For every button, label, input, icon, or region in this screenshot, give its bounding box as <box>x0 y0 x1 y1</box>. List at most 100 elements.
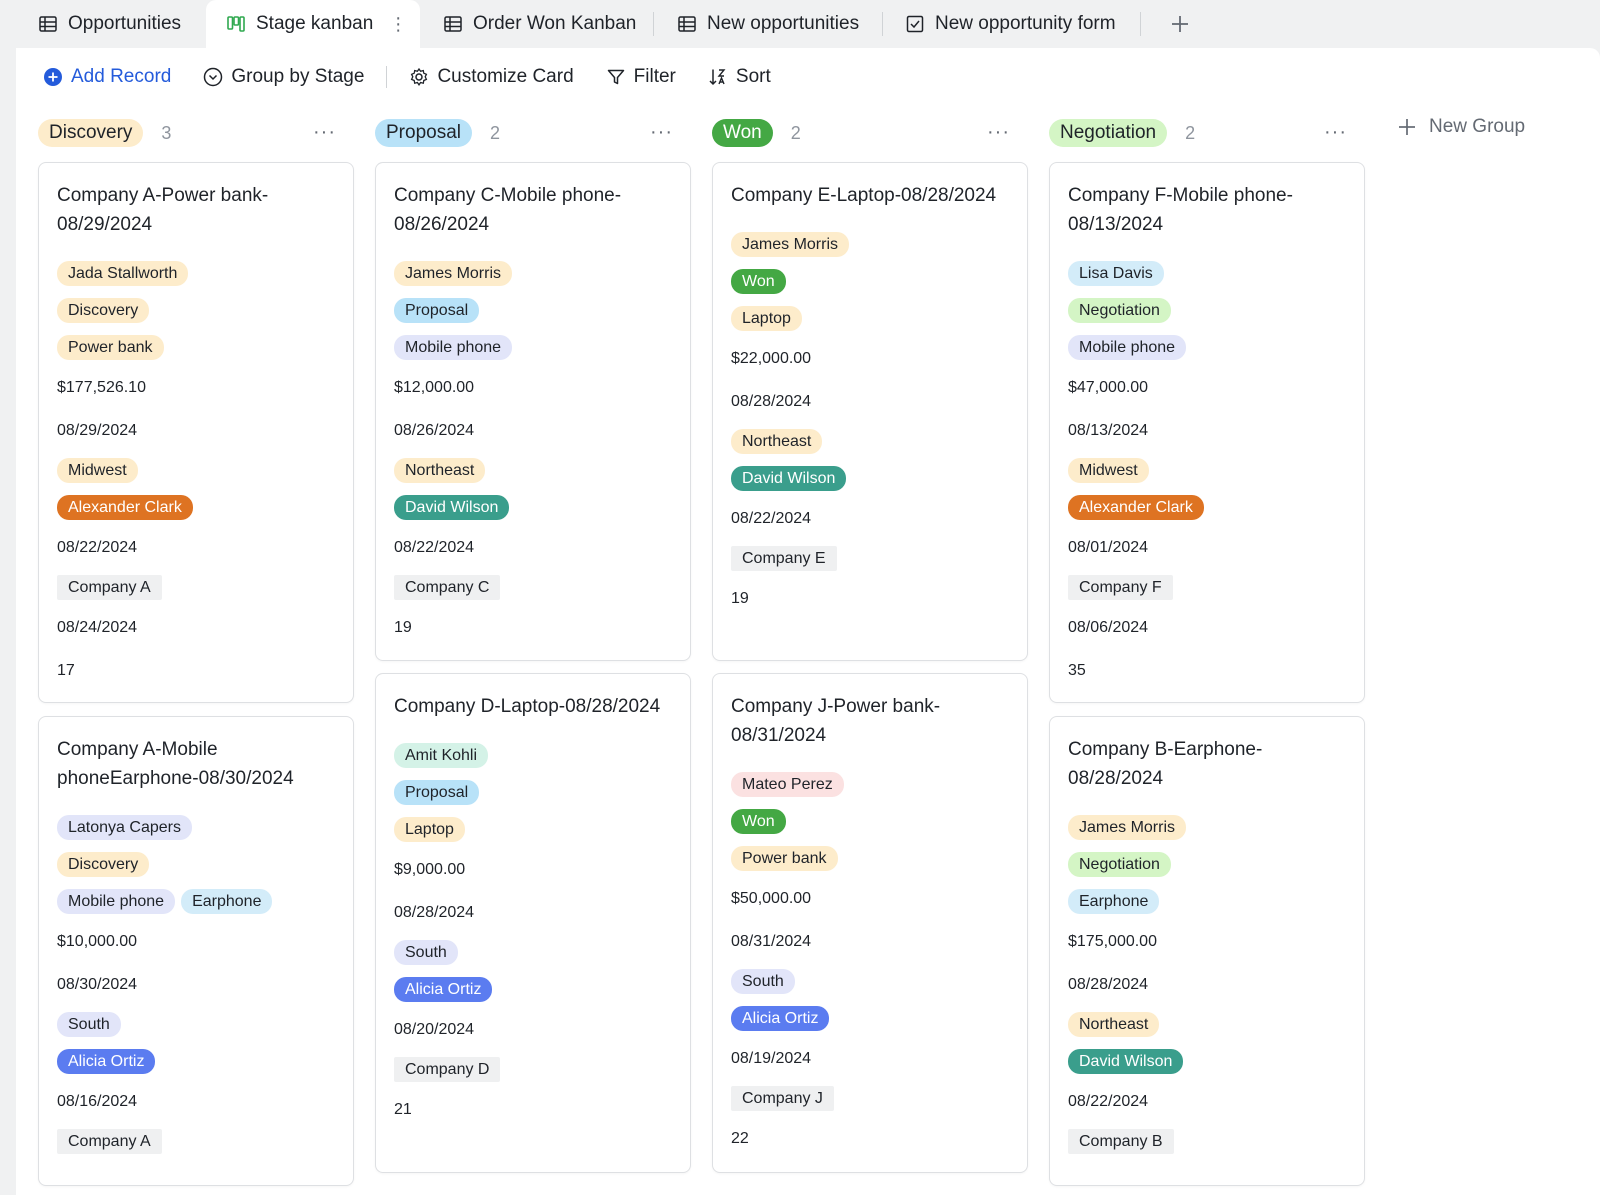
date-field: 08/06/2024 <box>1068 618 1149 636</box>
plus-icon <box>1399 119 1415 135</box>
tab-more-icon[interactable]: ⋮ <box>389 15 407 33</box>
view-toolbar: Add Record Group by Stage Customize Card… <box>16 48 1600 106</box>
new-group-button[interactable]: New Group <box>1397 116 1525 138</box>
customize-card-button[interactable]: Customize Card <box>409 60 574 94</box>
date-field: 08/28/2024 <box>1068 975 1149 993</box>
filter-button[interactable]: Filter <box>606 60 676 94</box>
date-field: 08/31/2024 <box>731 932 812 950</box>
tab-stage-kanban[interactable]: Stage kanban ⋮ <box>206 0 420 48</box>
product-tag: Mobile phone <box>1068 335 1187 360</box>
record-card[interactable]: Company J-Power bank-08/31/2024 Mateo Pe… <box>712 673 1028 1173</box>
group-by-label: Group by Stage <box>231 66 365 87</box>
number-field: 19 <box>731 589 749 607</box>
add-circle-icon <box>44 68 62 86</box>
manager-tag: David Wilson <box>1068 1049 1184 1074</box>
toolbar-divider <box>386 66 388 88</box>
add-record-button[interactable]: Add Record <box>43 60 171 94</box>
more-icon[interactable]: ··· <box>313 122 336 142</box>
column-header: Negotiation 2 ··· <box>1049 116 1365 150</box>
date-field: 08/22/2024 <box>1068 1092 1149 1110</box>
stage-tag: Proposal <box>394 298 480 323</box>
record-card[interactable]: Company A-Power bank-08/29/2024 Jada Sta… <box>38 162 354 703</box>
group-name-tag[interactable]: Won <box>712 119 773 147</box>
stage-tag: Won <box>731 809 786 834</box>
tab-new-opportunities[interactable]: New opportunities <box>677 0 859 48</box>
manager-tag: Alexander Clark <box>1068 495 1204 520</box>
owner-tag: Lisa Davis <box>1068 261 1164 286</box>
add-view-button[interactable] <box>1164 8 1196 40</box>
record-card[interactable]: Company B-Earphone-08/28/2024 James Morr… <box>1049 716 1365 1186</box>
number-field: 19 <box>394 618 412 636</box>
stage-tag: Negotiation <box>1068 852 1171 877</box>
filter-icon <box>607 69 624 85</box>
record-card[interactable]: Company C-Mobile phone-08/26/2024 James … <box>375 162 691 661</box>
group-name-tag[interactable]: Discovery <box>38 119 144 147</box>
date-field: 08/22/2024 <box>394 538 475 556</box>
record-card[interactable]: Company F-Mobile phone-08/13/2024 Lisa D… <box>1049 162 1365 703</box>
sort-icon <box>709 69 726 86</box>
record-card[interactable]: Company E-Laptop-08/28/2024 James Morris… <box>712 162 1028 661</box>
group-count: 2 <box>790 122 801 143</box>
manager-tag: Alicia Ortiz <box>394 977 493 1002</box>
record-card[interactable]: Company D-Laptop-08/28/2024 Amit Kohli P… <box>375 673 691 1173</box>
company-link-tag: Company C <box>394 575 501 600</box>
view-tab-bar: Opportunities Stage kanban ⋮ Order Won K… <box>0 0 1600 48</box>
card-title: Company F-Mobile phone-08/13/2024 <box>1068 185 1293 235</box>
tab-label: New opportunities <box>707 13 860 34</box>
tab-order-won-kanban[interactable]: Order Won Kanban <box>443 0 636 48</box>
filter-label: Filter <box>633 66 676 87</box>
number-field: 21 <box>394 1100 412 1118</box>
tab-divider <box>653 12 654 36</box>
more-icon[interactable]: ··· <box>1324 122 1347 142</box>
more-icon[interactable]: ··· <box>650 122 673 142</box>
record-card[interactable]: Company A-Mobile phoneEarphone-08/30/202… <box>38 716 354 1186</box>
manager-tag: Alicia Ortiz <box>731 1006 830 1031</box>
company-link-tag: Company E <box>731 546 837 571</box>
sort-button[interactable]: Sort <box>708 60 771 94</box>
stage-tag: Proposal <box>394 780 480 805</box>
group-name-tag[interactable]: Negotiation <box>1049 119 1168 147</box>
stage-tag: Negotiation <box>1068 298 1171 323</box>
card-title: Company C-Mobile phone-08/26/2024 <box>394 185 622 235</box>
tab-new-opportunity-form[interactable]: New opportunity form <box>905 0 1116 48</box>
product-tag: Earphone <box>181 889 273 914</box>
card-title: Company E-Laptop-08/28/2024 <box>731 185 997 206</box>
add-record-label: Add Record <box>71 66 172 87</box>
product-tag: Laptop <box>731 306 802 331</box>
more-icon[interactable]: ··· <box>987 122 1010 142</box>
region-tag: Northeast <box>731 429 823 454</box>
column-header: Proposal 2 ··· <box>375 116 691 150</box>
date-field: 08/29/2024 <box>57 421 138 439</box>
column-header: Discovery 3 ··· <box>38 116 354 150</box>
date-field: 08/22/2024 <box>731 509 812 527</box>
tab-divider <box>1140 12 1141 36</box>
amount-field: $50,000.00 <box>731 889 812 907</box>
region-tag: Midwest <box>57 458 138 483</box>
manager-tag: Alexander Clark <box>57 495 193 520</box>
region-tag: South <box>57 1012 121 1037</box>
owner-tag: James Morris <box>394 261 513 286</box>
date-field: 08/16/2024 <box>57 1092 138 1110</box>
group-name-tag[interactable]: Proposal <box>375 119 472 147</box>
date-field: 08/28/2024 <box>394 903 475 921</box>
kanban-panel: Add Record Group by Stage Customize Card… <box>16 48 1600 1195</box>
group-by-button[interactable]: Group by Stage <box>203 60 364 94</box>
card-title: Company D-Laptop-08/28/2024 <box>394 696 661 717</box>
card-title: Company B-Earphone-08/28/2024 <box>1068 739 1263 789</box>
owner-tag: James Morris <box>1068 815 1187 840</box>
product-tag: Power bank <box>57 335 164 360</box>
company-link-tag: Company F <box>1068 575 1173 600</box>
group-count: 3 <box>161 122 172 143</box>
card-title: Company A-Power bank-08/29/2024 <box>57 185 269 235</box>
company-link-tag: Company A <box>57 575 162 600</box>
amount-field: $9,000.00 <box>394 860 466 878</box>
date-field: 08/22/2024 <box>57 538 138 556</box>
owner-tag: Jada Stallworth <box>57 261 189 286</box>
date-field: 08/19/2024 <box>731 1049 812 1067</box>
tab-opportunities[interactable]: Opportunities <box>38 0 181 48</box>
tab-label: Order Won Kanban <box>473 13 637 34</box>
company-link-tag: Company A <box>57 1129 162 1154</box>
product-tag: Power bank <box>731 846 838 871</box>
form-icon <box>906 15 924 33</box>
plus-icon <box>1172 16 1188 32</box>
